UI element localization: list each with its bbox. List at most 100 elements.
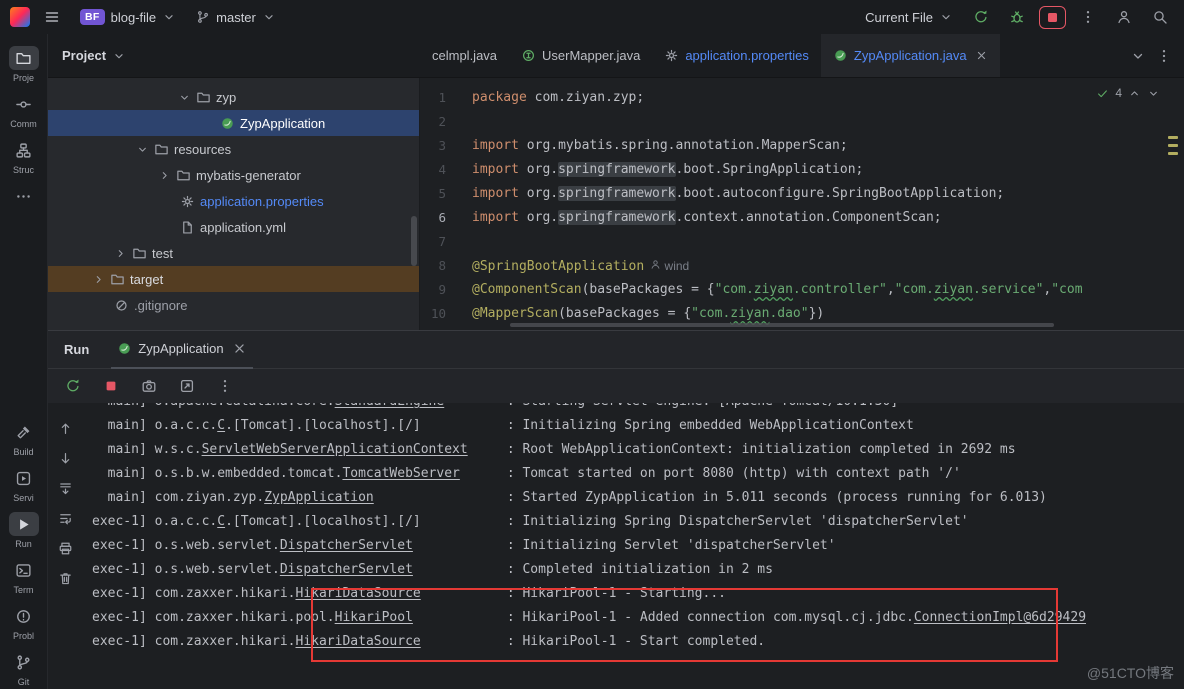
console-line: main] o.s.b.w.embedded.tomcat.TomcatWebS… — [92, 462, 1184, 486]
editor-tab-bar: celmpl.javaUserMapper.javaapplication.pr… — [420, 34, 1184, 77]
search-button[interactable] — [1146, 4, 1174, 30]
more-actions-button[interactable] — [1074, 4, 1102, 30]
stripe-item-problems[interactable]: Probl — [1, 604, 47, 641]
project-selector[interactable]: BF blog-file — [74, 6, 182, 28]
stripe-item-structure[interactable]: Struc — [1, 138, 47, 175]
line-number: 4 — [420, 158, 472, 182]
tree-item-application-properties[interactable]: application.properties — [48, 188, 419, 214]
stripe-item-terminal[interactable]: Term — [1, 558, 47, 595]
tree-item-application-yml[interactable]: application.yml — [48, 214, 419, 240]
close-icon[interactable] — [232, 341, 247, 356]
console-output[interactable]: main] o.apache.catalina.core.StandardEng… — [82, 403, 1184, 689]
chevron-right-icon[interactable] — [92, 273, 105, 286]
author-icon — [650, 259, 661, 270]
tab-list-dropdown-icon[interactable] — [1130, 48, 1146, 64]
chevron-down-icon — [939, 10, 953, 24]
profile-button[interactable] — [1110, 4, 1138, 30]
stripe-item-git[interactable]: Git — [1, 650, 47, 687]
tree-scrollbar[interactable] — [411, 216, 417, 266]
scroll-to-bottom-button[interactable] — [55, 449, 75, 467]
console-link[interactable]: ConnectionImpl@6d29429 — [914, 610, 1086, 625]
tree-item-mybatis-generator[interactable]: mybatis-generator — [48, 162, 419, 188]
code-text: import org.springframework.boot.autoconf… — [472, 182, 1004, 206]
console-lines: main] o.apache.catalina.core.StandardEng… — [92, 403, 1184, 654]
console-area: main] o.apache.catalina.core.StandardEng… — [48, 403, 1184, 689]
kebab-icon — [1080, 9, 1096, 25]
prev-issue-icon[interactable] — [1128, 87, 1141, 100]
tree-item-resources[interactable]: resources — [48, 136, 419, 162]
stripe-item-label: Term — [14, 585, 34, 595]
tree-item-label: zyp — [216, 90, 236, 105]
clear-all-button[interactable] — [55, 569, 75, 587]
stripe-item-label: Git — [18, 677, 30, 687]
editor-tab-celmpl-java[interactable]: celmpl.java — [420, 34, 509, 77]
tree-rows: zyp ZypApplicationresourcesmybatis-genera… — [48, 84, 419, 318]
stripe-item-run[interactable]: Run — [1, 512, 47, 549]
open-results-button[interactable] — [176, 375, 198, 397]
console-line: main] com.ziyan.zyp.ZypApplication : Sta… — [92, 486, 1184, 510]
chevron-right-icon[interactable] — [158, 169, 171, 182]
tab-options-icon[interactable] — [1156, 48, 1172, 64]
rerun-icon — [65, 378, 81, 394]
tree-item-gitignore[interactable]: .gitignore — [48, 292, 419, 318]
rerun-button[interactable] — [62, 375, 84, 397]
console-link[interactable]: C — [217, 418, 225, 433]
console-link[interactable]: TomcatWebServer — [342, 466, 459, 481]
console-link[interactable]: HikariPool — [335, 610, 413, 625]
run-config-selector[interactable]: Current File — [859, 7, 959, 28]
tree-item-zypapplication[interactable]: ZypApplication — [48, 110, 419, 136]
chevron-down-icon — [162, 10, 176, 24]
editor-tab-zypapplication-java[interactable]: ZypApplication.java — [821, 34, 1000, 77]
branch-selector[interactable]: master — [190, 7, 282, 28]
chevron-down-icon[interactable] — [178, 91, 191, 104]
run-button[interactable] — [967, 4, 995, 30]
tree-item-target[interactable]: target — [48, 266, 419, 292]
console-link[interactable]: C — [217, 514, 225, 529]
stripe-item-commit[interactable]: Comm — [1, 92, 47, 129]
console-link[interactable]: DispatcherServlet — [280, 538, 413, 553]
close-icon[interactable] — [975, 49, 988, 62]
stripe-item-label: Proje — [13, 73, 34, 83]
stripe-item-services[interactable]: Servi — [1, 466, 47, 503]
stripe-item-more[interactable] — [1, 184, 47, 208]
code-editor[interactable]: 1package com.ziyan.zyp;23import org.myba… — [420, 78, 1184, 330]
stop-button[interactable] — [100, 375, 122, 397]
editor-h-scrollbar[interactable] — [510, 323, 1054, 327]
debug-button[interactable] — [1003, 4, 1031, 30]
console-link[interactable]: DispatcherServlet — [280, 562, 413, 577]
soft-wrap-button[interactable] — [55, 509, 75, 527]
editor-tab-usermapper-java[interactable]: UserMapper.java — [509, 34, 652, 77]
chevron-down-icon[interactable] — [136, 143, 149, 156]
console-line: exec-1] com.zaxxer.hikari.HikariDataSour… — [92, 582, 1184, 606]
inspections-widget[interactable]: 4 — [1096, 86, 1160, 100]
console-link[interactable]: StandardEngine — [335, 403, 445, 409]
console-link[interactable]: HikariDataSource — [296, 586, 421, 601]
chevron-right-icon[interactable] — [114, 247, 127, 260]
print-button[interactable] — [55, 539, 75, 557]
thread-dump-button[interactable] — [138, 375, 160, 397]
project-tree: zyp ZypApplicationresourcesmybatis-genera… — [48, 78, 420, 330]
tree-item-test[interactable]: test — [48, 240, 419, 266]
line-number: 9 — [420, 278, 472, 302]
trash-icon — [58, 571, 73, 586]
services-icon — [9, 466, 39, 490]
editor-tab-application-properties[interactable]: application.properties — [652, 34, 821, 77]
stop-button[interactable] — [1039, 6, 1066, 29]
console-link[interactable]: ZypApplication — [264, 490, 374, 505]
run-tab-zypapplication[interactable]: ZypApplication — [111, 331, 252, 369]
main-menu-button[interactable] — [38, 4, 66, 30]
console-line: main] o.apache.catalina.core.StandardEng… — [92, 403, 1184, 414]
ignored-icon — [114, 298, 129, 313]
next-issue-icon[interactable] — [1147, 87, 1160, 100]
code-text: import org.springframework.boot.SpringAp… — [472, 158, 863, 182]
more-options-button[interactable] — [214, 375, 236, 397]
stripe-item-build[interactable]: Build — [1, 420, 47, 457]
console-link[interactable]: HikariDataSource — [296, 634, 421, 649]
tree-item-zyp[interactable]: zyp — [48, 84, 419, 110]
scroll-to-top-button[interactable] — [55, 419, 75, 437]
scroll-to-end-button[interactable] — [55, 479, 75, 497]
stripe-item-project[interactable]: Proje — [1, 46, 47, 83]
search-icon — [1152, 9, 1168, 25]
project-panel-header[interactable]: Project — [48, 34, 420, 77]
console-link[interactable]: ServletWebServerApplicationContext — [202, 442, 468, 457]
